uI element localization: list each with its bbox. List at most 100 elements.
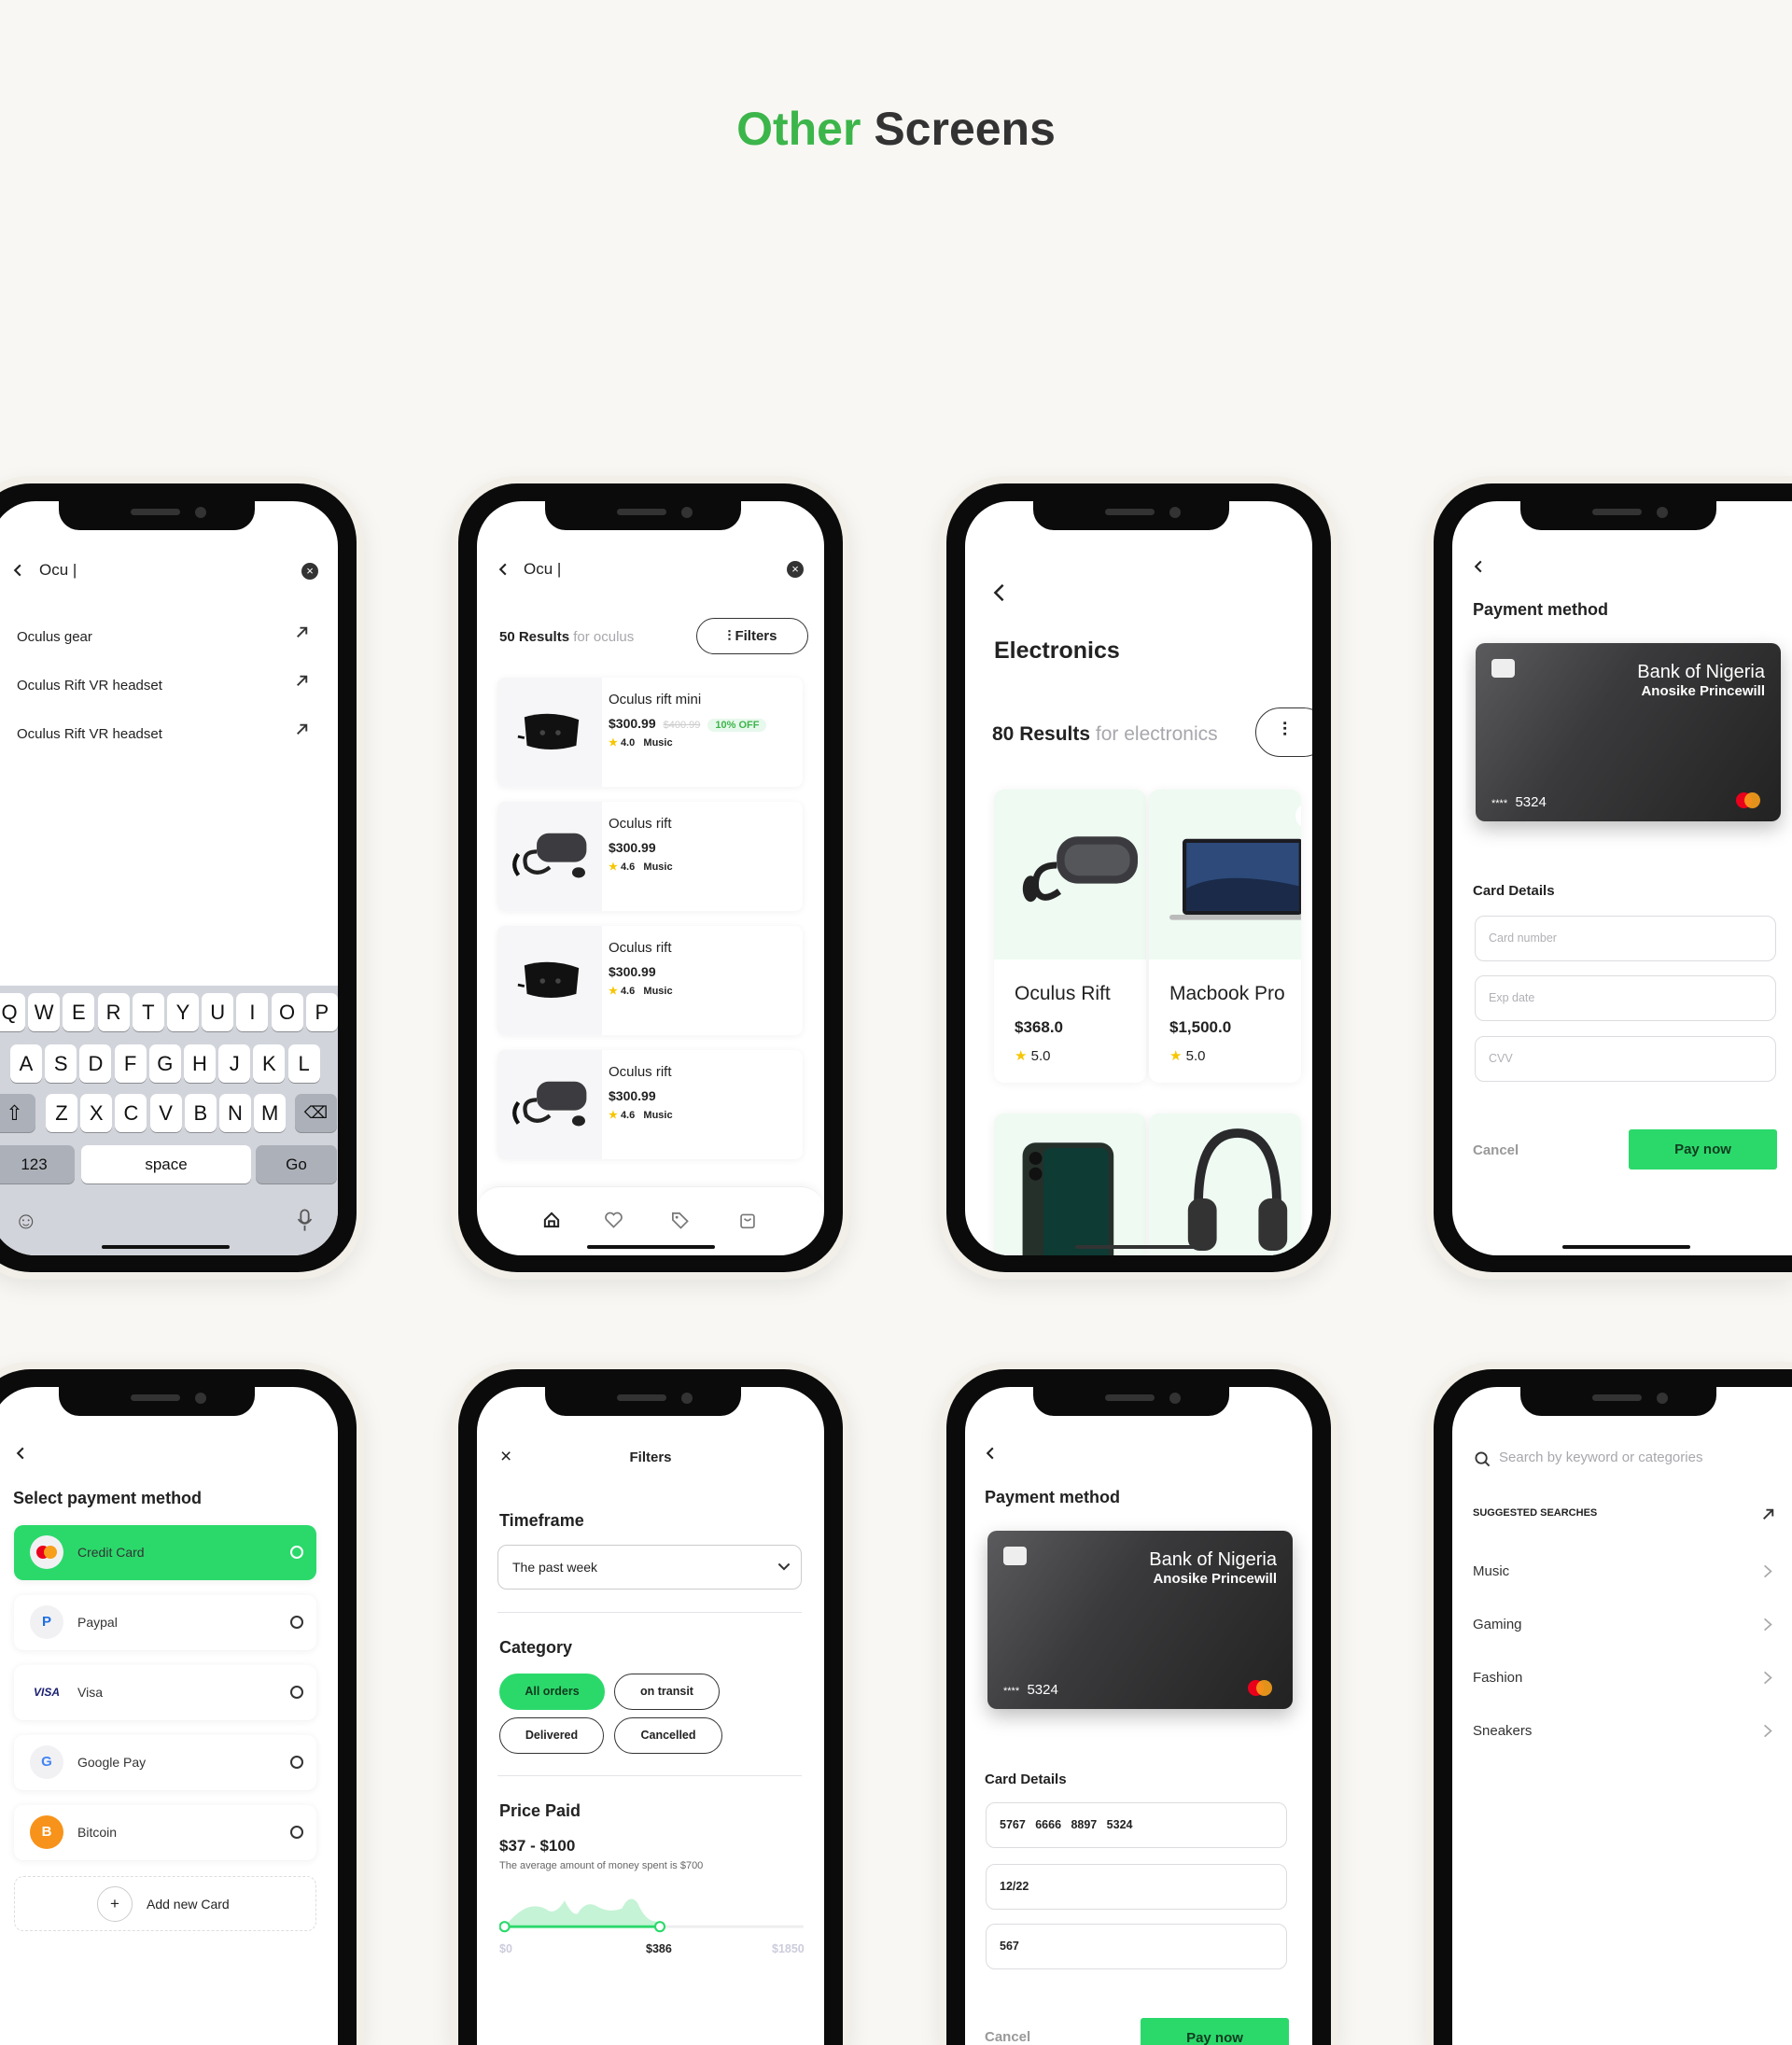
delete-key[interactable]: ⌫ [295, 1094, 337, 1132]
add-card-button[interactable]: + Add new Card [14, 1876, 316, 1931]
suggestion-item[interactable]: Oculus Rift VR headset [0, 722, 338, 751]
key-j[interactable]: J [218, 1044, 251, 1083]
chip-delivered[interactable]: Delivered [499, 1717, 604, 1754]
product-card[interactable] [994, 1114, 1146, 1255]
payment-method-bitcoin[interactable]: B Bitcoin [14, 1805, 316, 1860]
suggestion-item[interactable]: Oculus Rift VR headset [0, 674, 338, 703]
product-card[interactable]: Oculus rift $300.99 ★ 4.6 Music [497, 1050, 803, 1159]
filter-button[interactable]: ⫶ [1255, 707, 1312, 757]
slider-handle-max[interactable] [653, 1921, 666, 1933]
payment-method-google-pay[interactable]: G Google Pay [14, 1735, 316, 1790]
slider-handle-min[interactable] [499, 1921, 511, 1933]
bank-card[interactable]: Bank of Nigeria Anosike Princewill **** … [987, 1531, 1293, 1709]
microphone-icon[interactable] [297, 1209, 313, 1232]
key-a[interactable]: A [10, 1044, 42, 1083]
key-y[interactable]: Y [167, 993, 199, 1031]
back-chevron-icon[interactable] [497, 563, 510, 576]
clear-icon[interactable]: × [301, 563, 318, 580]
key-f[interactable]: F [114, 1044, 147, 1083]
category-item[interactable]: Fashion [1452, 1667, 1792, 1693]
product-card[interactable]: Oculus Rift $368.0 ★ 5.0 [994, 790, 1146, 1083]
go-key[interactable]: Go [256, 1145, 337, 1184]
key-n[interactable]: N [219, 1094, 251, 1132]
pay-now-button[interactable]: Pay now [1629, 1129, 1777, 1170]
emoji-icon[interactable]: ☺ [14, 1208, 38, 1235]
back-chevron-icon[interactable] [11, 564, 24, 577]
back-chevron-icon[interactable] [984, 1447, 997, 1460]
search-input[interactable]: Search by keyword or categories [1499, 1450, 1702, 1465]
key-m[interactable]: M [254, 1094, 287, 1132]
key-d[interactable]: D [79, 1044, 112, 1083]
cancel-button[interactable]: Cancel [985, 2029, 1030, 2045]
radio-button[interactable] [290, 1686, 303, 1699]
exp-date-input[interactable]: 12/22 [986, 1864, 1287, 1910]
product-card[interactable]: Oculus rift mini $300.99 $400.99 10% OFF ★… [497, 678, 803, 787]
key-p[interactable]: P [305, 993, 338, 1031]
key-r[interactable]: R [97, 993, 130, 1031]
key-t[interactable]: T [132, 993, 164, 1031]
back-chevron-icon[interactable] [14, 1447, 27, 1460]
clear-icon[interactable]: × [787, 561, 804, 578]
card-number-input[interactable]: Card number [1475, 916, 1776, 961]
arrow-up-right-icon[interactable] [295, 674, 309, 688]
price-slider[interactable] [499, 1890, 807, 1942]
search-input[interactable]: Ocu | [39, 561, 77, 580]
cvv-input[interactable]: 567 [986, 1924, 1287, 1969]
back-chevron-icon[interactable] [991, 582, 1007, 603]
arrow-up-right-icon[interactable] [1761, 1507, 1775, 1521]
key-q[interactable]: Q [0, 993, 25, 1031]
search-input[interactable]: Ocu | [524, 560, 561, 579]
product-card[interactable] [1149, 1114, 1301, 1255]
radio-button[interactable] [290, 1546, 303, 1559]
key-s[interactable]: S [45, 1044, 77, 1083]
pay-now-button[interactable]: Pay now [1141, 2018, 1289, 2045]
numbers-key[interactable]: 123 [0, 1145, 75, 1184]
radio-button[interactable] [290, 1756, 303, 1769]
arrow-up-right-icon[interactable] [295, 625, 309, 639]
radio-button[interactable] [290, 1826, 303, 1839]
chip-cancelled[interactable]: Cancelled [614, 1717, 722, 1754]
key-c[interactable]: C [115, 1094, 147, 1132]
exp-date-input[interactable]: Exp date [1475, 975, 1776, 1021]
space-key[interactable]: space [81, 1145, 251, 1184]
key-z[interactable]: Z [46, 1094, 77, 1132]
heart-icon[interactable] [604, 1212, 623, 1228]
category-item[interactable]: Sneakers [1452, 1720, 1792, 1746]
key-l[interactable]: L [287, 1044, 320, 1083]
chip-on-transit[interactable]: on transit [614, 1674, 720, 1710]
home-icon[interactable] [542, 1211, 561, 1229]
key-o[interactable]: O [271, 993, 303, 1031]
payment-method-paypal[interactable]: P Paypal [14, 1595, 316, 1650]
bank-card[interactable]: Bank of Nigeria Anosike Princewill **** … [1476, 643, 1781, 821]
payment-method-credit-card[interactable]: Credit Card [14, 1525, 316, 1580]
key-x[interactable]: X [80, 1094, 113, 1132]
key-i[interactable]: I [236, 993, 269, 1031]
shift-key[interactable]: ⇧ [0, 1094, 35, 1132]
arrow-up-right-icon[interactable] [295, 722, 309, 736]
category-item[interactable]: Music [1452, 1561, 1792, 1587]
tag-icon[interactable] [670, 1211, 689, 1229]
filters-button[interactable]: ⫶ Filters [696, 618, 808, 654]
key-w[interactable]: W [28, 993, 61, 1031]
card-number-input[interactable]: 5767 6666 8897 5324 [986, 1802, 1287, 1848]
key-k[interactable]: K [253, 1044, 286, 1083]
product-card[interactable]: Oculus rift $300.99 ★ 4.6 Music [497, 926, 803, 1035]
suggestion-item[interactable]: Oculus gear [0, 625, 338, 654]
bag-icon[interactable] [739, 1211, 756, 1229]
product-card[interactable]: Macbook Pro $1,500.0 ★ 5.0 ♡ [1149, 790, 1301, 1083]
timeframe-select[interactable]: The past week [497, 1545, 802, 1590]
key-h[interactable]: H [184, 1044, 216, 1083]
key-v[interactable]: V [149, 1094, 182, 1132]
cvv-input[interactable]: CVV [1475, 1036, 1776, 1082]
cancel-button[interactable]: Cancel [1473, 1142, 1519, 1158]
chip-all-orders[interactable]: All orders [499, 1674, 605, 1710]
category-item[interactable]: Gaming [1452, 1614, 1792, 1640]
back-chevron-icon[interactable] [1472, 560, 1485, 573]
radio-button[interactable] [290, 1616, 303, 1629]
key-e[interactable]: E [63, 993, 95, 1031]
key-g[interactable]: G [148, 1044, 181, 1083]
payment-method-visa[interactable]: VISA Visa [14, 1665, 316, 1720]
product-card[interactable]: Oculus rift $300.99 ★ 4.6 Music [497, 802, 803, 911]
key-u[interactable]: U [202, 993, 234, 1031]
key-b[interactable]: B [184, 1094, 217, 1132]
